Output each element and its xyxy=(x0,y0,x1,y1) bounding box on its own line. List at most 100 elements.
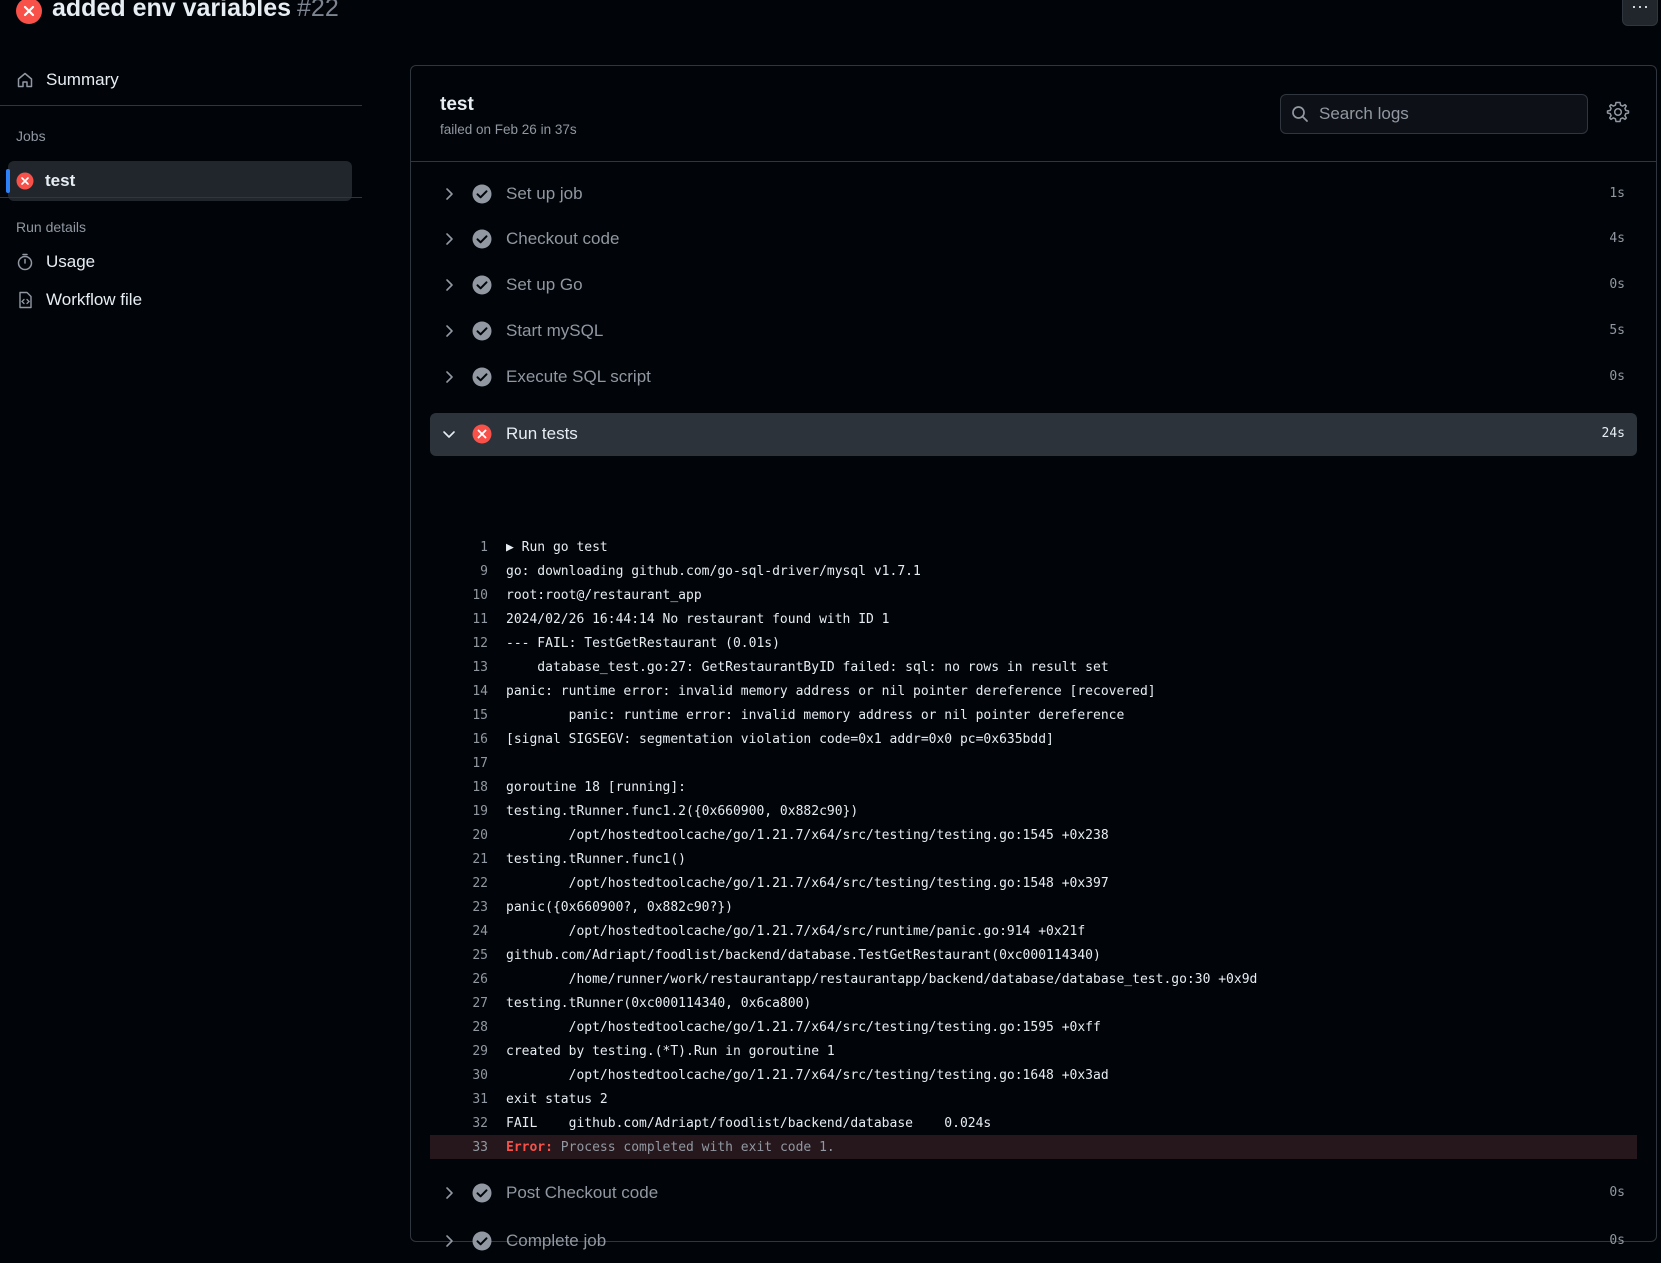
error-label: Error: xyxy=(506,1139,553,1155)
chevron-right-icon xyxy=(446,371,453,383)
log-text: root:root@/restaurant_app xyxy=(506,587,702,603)
line-number: 12 xyxy=(472,635,488,651)
failed-icon xyxy=(472,424,492,444)
log-line[interactable]: 17 xyxy=(430,751,1637,775)
check-circle-icon xyxy=(472,321,492,341)
run-details-heading: Run details xyxy=(16,219,87,235)
file-code-icon xyxy=(19,291,32,309)
log-line[interactable]: 13 database_test.go:27: GetRestaurantByI… xyxy=(430,655,1637,679)
step-set-up-job[interactable]: Set up job 1s xyxy=(430,173,1637,216)
line-number: 24 xyxy=(472,923,488,939)
log-text: github.com/Adriapt/foodlist/backend/data… xyxy=(506,947,1101,963)
log-line[interactable]: 23 panic({0x660900?, 0x882c90?}) xyxy=(430,895,1637,919)
search-logs-input[interactable] xyxy=(1317,103,1571,125)
step-label: Run tests xyxy=(506,424,578,443)
log-text: created by testing.(*T).Run in goroutine… xyxy=(506,1043,835,1059)
line-number: 32 xyxy=(472,1115,488,1131)
step-label: Set up Go xyxy=(506,275,583,294)
log-text: testing.tRunner.func1.2({0x660900, 0x882… xyxy=(506,803,859,819)
line-number: 33 xyxy=(472,1139,488,1155)
line-number: 10 xyxy=(472,587,488,603)
chevron-right-icon xyxy=(446,1235,453,1247)
log-line[interactable]: 27 testing.tRunner(0xc000114340, 0x6ca800… xyxy=(430,991,1637,1015)
log-line[interactable]: 24 /opt/hostedtoolcache/go/1.21.7/x64/sr… xyxy=(430,919,1637,943)
chevron-right-icon xyxy=(446,325,453,337)
sidebar-item-job-test[interactable]: test xyxy=(6,161,352,201)
run-number: #22 xyxy=(297,0,339,22)
line-number: 20 xyxy=(472,827,488,843)
home-icon xyxy=(17,72,33,88)
chevron-right-icon xyxy=(446,188,453,200)
line-number: 11 xyxy=(472,611,488,627)
log-line[interactable]: 28 /opt/hostedtoolcache/go/1.21.7/x64/sr… xyxy=(430,1015,1637,1039)
run-title: added env variables #22 xyxy=(52,0,339,23)
more-options-button[interactable]: ··· xyxy=(1622,0,1658,26)
line-number: 29 xyxy=(472,1043,488,1059)
log-line[interactable]: 12 --- FAIL: TestGetRestaurant (0.01s) xyxy=(430,631,1637,655)
search-logs-box[interactable] xyxy=(1280,94,1588,134)
step-start-mysql[interactable]: Start mySQL 5s xyxy=(430,310,1637,353)
line-number: 26 xyxy=(472,971,488,987)
check-circle-icon xyxy=(472,229,492,249)
log-text: panic: runtime error: invalid memory add… xyxy=(506,707,1125,723)
step-complete-job[interactable]: Complete job 0s xyxy=(430,1220,1637,1263)
line-number: 14 xyxy=(472,683,488,699)
step-execute-sql-script[interactable]: Execute SQL script 0s xyxy=(430,356,1637,399)
log-text: testing.tRunner.func1() xyxy=(506,851,687,867)
sidebar-item-label: Summary xyxy=(46,70,119,89)
log-line[interactable]: 15 panic: runtime error: invalid memory … xyxy=(430,703,1637,727)
chevron-right-icon xyxy=(446,1187,453,1199)
line-number: 31 xyxy=(472,1091,488,1107)
log-line[interactable]: 30 /opt/hostedtoolcache/go/1.21.7/x64/sr… xyxy=(430,1063,1637,1087)
log-line[interactable]: 32 FAIL github.com/Adriapt/foodlist/backe… xyxy=(430,1111,1637,1135)
step-label: Start mySQL xyxy=(506,321,604,340)
log-text: /opt/hostedtoolcache/go/1.21.7/x64/src/t… xyxy=(506,1019,1101,1035)
line-number: 25 xyxy=(472,947,488,963)
step-label: Checkout code xyxy=(506,229,620,248)
sidebar-item-label: Workflow file xyxy=(46,290,143,309)
step-set-up-go[interactable]: Set up Go 0s xyxy=(430,264,1637,307)
log-line[interactable]: 14 panic: runtime error: invalid memory a… xyxy=(430,679,1637,703)
job-title: test xyxy=(440,94,474,115)
chevron-right-icon xyxy=(446,279,453,291)
chevron-right-icon xyxy=(446,233,453,245)
log-line[interactable]: 25 github.com/Adriapt/foodlist/backend/da… xyxy=(430,943,1637,967)
gear-icon[interactable] xyxy=(1606,100,1630,124)
log-line[interactable]: 26 /home/runner/work/restaurantapp/resta… xyxy=(430,967,1637,991)
line-number: 18 xyxy=(472,779,488,795)
check-circle-icon xyxy=(472,184,492,204)
log-line[interactable]: 18 goroutine 18 [running]: xyxy=(430,775,1637,799)
log-line[interactable]: 29 created by testing.(*T).Run in gorouti… xyxy=(430,1039,1637,1063)
sidebar-item-usage[interactable]: Usage xyxy=(16,252,95,272)
step-duration: 1s xyxy=(1609,186,1625,201)
log-line[interactable]: 9 go: downloading github.com/go-sql-drive… xyxy=(430,559,1637,583)
check-circle-icon xyxy=(472,1183,492,1203)
step-checkout-code[interactable]: Checkout code 4s xyxy=(430,218,1637,261)
line-number: 21 xyxy=(472,851,488,867)
sidebar-item-summary[interactable]: Summary xyxy=(16,70,119,90)
log-line[interactable]: 10 root:root@/restaurant_app xyxy=(430,583,1637,607)
step-label: Execute SQL script xyxy=(506,367,651,386)
log-line[interactable]: 21 testing.tRunner.func1() xyxy=(430,847,1637,871)
error-message: Process completed with exit code 1. xyxy=(552,1139,835,1155)
log-line[interactable]: 11 2024/02/26 16:44:14 No restaurant foun… xyxy=(430,607,1637,631)
log-text: Error: Process completed with exit code … xyxy=(506,1140,835,1155)
log-line[interactable]: 31 exit status 2 xyxy=(430,1087,1637,1111)
step-duration: 24s xyxy=(1601,426,1625,441)
sidebar-divider xyxy=(0,197,362,198)
sidebar-divider xyxy=(0,105,362,106)
active-indicator xyxy=(6,169,10,193)
log-text: /opt/hostedtoolcache/go/1.21.7/x64/src/t… xyxy=(506,875,1109,891)
step-run-tests[interactable]: Run tests 24s xyxy=(430,413,1637,456)
log-line[interactable]: 16 [signal SIGSEGV: segmentation violatio… xyxy=(430,727,1637,751)
line-number: 19 xyxy=(472,803,488,819)
log-text: FAIL github.com/Adriapt/foodlist/backend… xyxy=(506,1115,992,1131)
log-line[interactable]: 20 /opt/hostedtoolcache/go/1.21.7/x64/sr… xyxy=(430,823,1637,847)
log-line[interactable]: 19 testing.tRunner.func1.2({0x660900, 0x8… xyxy=(430,799,1637,823)
sidebar-item-workflow-file[interactable]: Workflow file xyxy=(16,290,142,310)
log-line-error[interactable]: 33 Error: Process completed with exit cod… xyxy=(430,1135,1637,1159)
log-line[interactable]: 1 ▶ Run go test xyxy=(430,535,1637,559)
step-post-checkout-code[interactable]: Post Checkout code 0s xyxy=(430,1172,1637,1215)
step-label: Complete job xyxy=(506,1231,607,1250)
log-line[interactable]: 22 /opt/hostedtoolcache/go/1.21.7/x64/sr… xyxy=(430,871,1637,895)
